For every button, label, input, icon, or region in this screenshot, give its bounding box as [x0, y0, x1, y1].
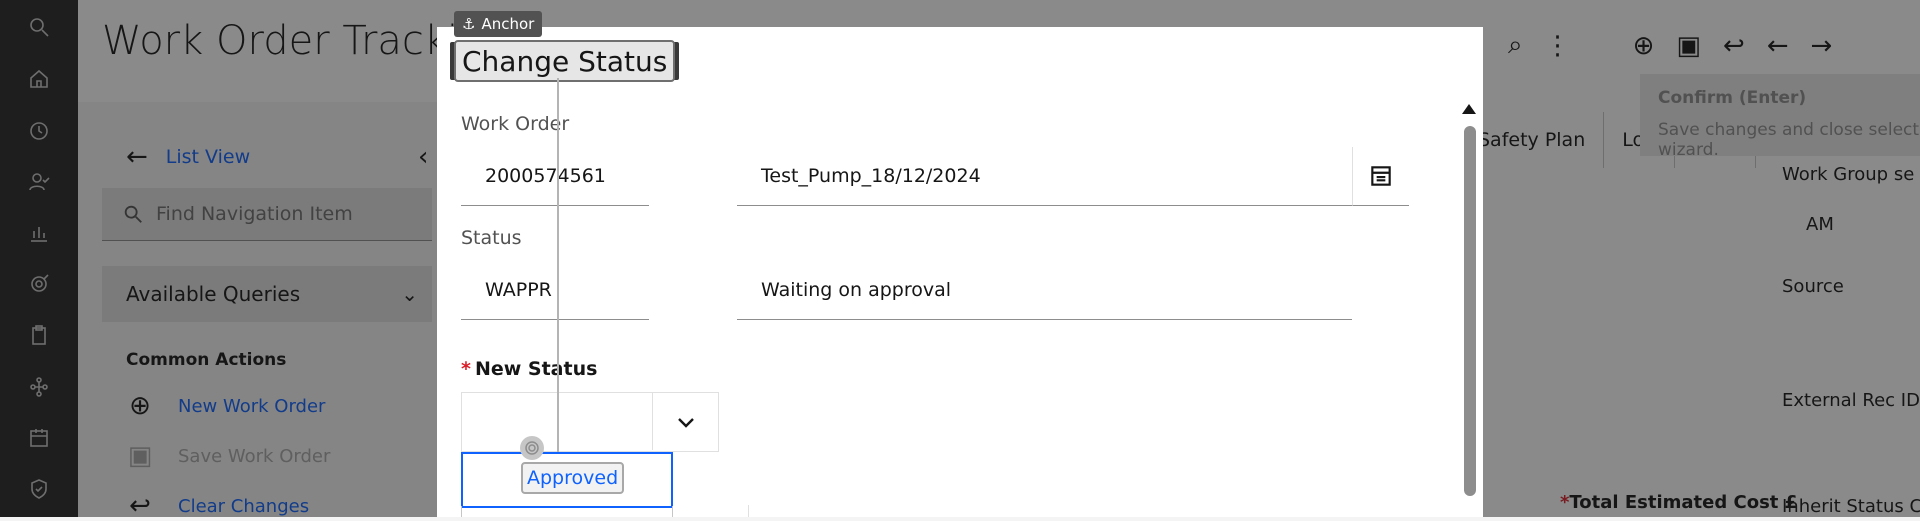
- detail-menu-icon: [1371, 166, 1391, 186]
- anchor-label: Anchor: [481, 15, 535, 33]
- work-order-description-value: Test_Pump_18/12/2024: [761, 165, 981, 187]
- dropdown-option-label[interactable]: Approved: [521, 462, 625, 494]
- status-code-value: WAPPR: [485, 279, 552, 301]
- anchor-tag: ⚓ Anchor: [454, 11, 543, 37]
- work-order-description-field[interactable]: Test_Pump_18/12/2024: [737, 147, 1352, 206]
- new-status-label: * New Status: [461, 358, 597, 380]
- required-asterisk: *: [461, 358, 471, 380]
- select-divider: [652, 392, 653, 450]
- status-label: Status: [461, 227, 522, 249]
- dropdown-next-option[interactable]: [461, 506, 673, 517]
- work-order-label: Work Order: [461, 113, 570, 135]
- anchor-connector-line: [557, 78, 559, 488]
- scroll-up-arrow-icon[interactable]: [1462, 104, 1476, 114]
- chevron-down-icon[interactable]: [662, 404, 710, 440]
- dialog-scrollbar[interactable]: [1464, 126, 1476, 496]
- detail-menu-button[interactable]: [1352, 147, 1409, 206]
- target-marker-icon: [520, 436, 544, 460]
- work-order-number-field[interactable]: 2000574561: [461, 147, 649, 206]
- status-description-value: Waiting on approval: [761, 279, 952, 301]
- status-code-field: WAPPR: [461, 261, 649, 320]
- new-status-text: New Status: [474, 358, 598, 380]
- anchor-icon: ⚓: [462, 15, 476, 33]
- work-order-number-value: 2000574561: [485, 165, 606, 187]
- status-description-field: Waiting on approval: [737, 261, 1352, 320]
- dialog-title: Change Status: [454, 40, 676, 82]
- field-divider: [748, 505, 749, 517]
